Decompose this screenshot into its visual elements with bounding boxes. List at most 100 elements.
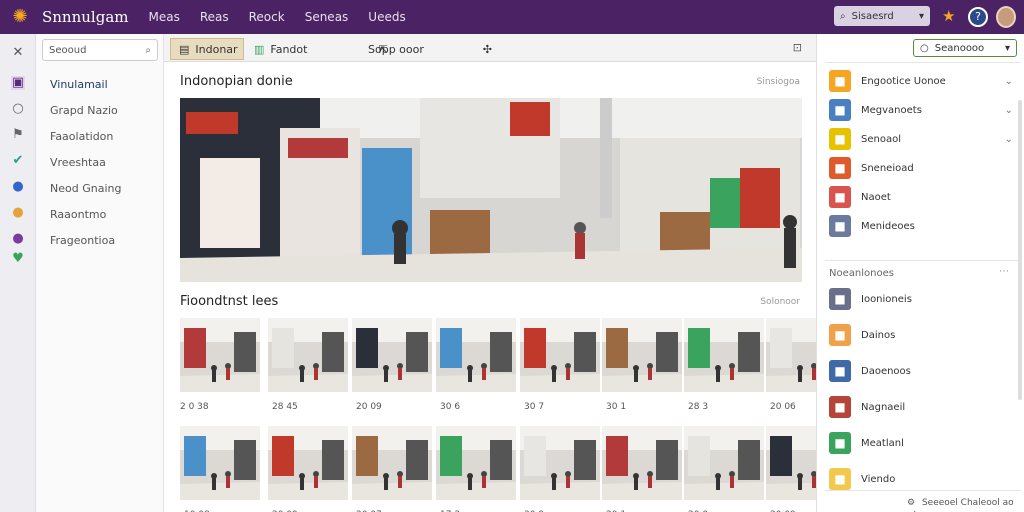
thumbnail-caption: 28 45 [272,402,298,412]
nav-item-1[interactable]: Meas [148,10,179,24]
avatar[interactable] [996,6,1016,28]
window-icon[interactable]: ⊡ [793,41,802,54]
item-icon: ■ [829,432,851,454]
sidebar-search-input[interactable]: Seooud ⌕ [42,39,158,61]
tab-1-label: Indonar [195,42,238,56]
tab-3[interactable]: Sopp ooor ✣ [360,38,500,60]
footer-link[interactable]: ⚙ Seeeoel Chaleool ao › [907,498,1024,512]
right-item-label: Viendo [861,473,896,485]
gallery-thumbnail[interactable] [602,318,682,392]
leaf-icon[interactable]: ♥ [11,252,25,266]
gallery-thumbnail[interactable] [684,426,764,500]
arrow-icon: › [913,508,917,512]
help-icon[interactable]: ? [968,7,988,27]
flag-icon[interactable]: ⚑ [11,128,25,142]
tab-bar: ▤ Indonar ▥ Fandot ⇱ Sopp ooor ✣ ⊡ [164,34,816,62]
sidebar-item-4[interactable]: Vreeshtaa [50,156,106,169]
right-item-label: Nagnaeil [861,401,906,413]
circle-icon[interactable]: ○ [11,102,25,116]
more-icon[interactable]: ⋯ [999,266,1009,277]
sun-icon[interactable]: ● [11,206,25,220]
gallery-thumbnail[interactable] [520,318,600,392]
right-item-label: Sneneioad [861,162,914,174]
right-item-label: Ioonioneis [861,293,912,305]
item-icon: ■ [829,186,851,208]
item-icon: ■ [829,288,851,310]
chevron-down-icon: ▾ [918,10,924,22]
gallery-thumbnail[interactable] [684,318,764,392]
top-search-label: Sisaesrd [851,10,894,22]
gallery-thumbnail[interactable] [180,318,260,392]
item-icon: ■ [829,468,851,490]
sidebar-item-2[interactable]: Grapd Nazio [50,104,118,117]
gallery-thumbnail[interactable] [180,426,260,500]
right-item[interactable]: ■ Daoenoos [829,358,1019,384]
star-icon[interactable]: ★ [942,7,955,25]
thumbnail-caption: 30 6 [440,402,461,412]
right-item[interactable]: ■ Ioonioneis [829,286,1019,312]
filter-button[interactable]: ○ Seanoooo ▾ [913,39,1017,57]
thumbnail-caption: 28 3 [688,402,709,412]
info-icon[interactable]: ● [11,180,25,194]
sidebar-search-placeholder: Seooud [49,44,87,56]
nav-item-4[interactable]: Seneas [305,10,349,24]
sidebar-item-7[interactable]: Frageontioa [50,234,115,247]
nav-item-5[interactable]: Ueeds [368,10,405,24]
gallery-thumbnail[interactable] [520,426,600,500]
right-item[interactable]: ■ Dainos [829,322,1019,348]
search-icon: ⌕ [145,44,151,56]
top-search[interactable]: ⌕ Sisaesrd ▾ [834,6,930,26]
tab-1[interactable]: ▤ Indonar [170,38,244,60]
divider [825,62,1021,63]
item-icon: ■ [829,157,851,179]
right-item-label: Dainos [861,329,896,341]
gallery-thumbnail[interactable] [436,426,516,500]
right-item-label: Meatlanl [861,437,904,449]
scrollbar[interactable] [1018,100,1022,400]
right-item[interactable]: ■ Senoaol ⌄ [829,126,1019,152]
right-item[interactable]: ■ Megvanoets ⌄ [829,97,1019,123]
gallery-thumbnail[interactable] [352,426,432,500]
right-item[interactable]: ■ Naoet [829,184,1019,210]
chevron-down-icon[interactable]: ⌄ [1005,105,1013,116]
right-panel: ○ Seanoooo ▾ ■ Engootice Uonoe ⌄ ■ Megvanoet… [816,34,1024,512]
chevron-down-icon[interactable]: ⌄ [1005,76,1013,87]
inbox-icon[interactable]: ▣ [11,76,25,90]
section2-link[interactable]: Solonoor [760,297,800,307]
sidebar-item-5[interactable]: Neod Gnaing [50,182,121,195]
chevron-down-icon[interactable]: ⌄ [1005,134,1013,145]
chevron-down-icon: ▾ [1004,42,1010,54]
gallery-thumbnail[interactable] [268,318,348,392]
hero-image[interactable] [180,98,802,282]
right-item-label: Menideoes [861,220,915,232]
chart-icon: ▥ [254,42,265,56]
gallery-thumbnail[interactable] [436,318,516,392]
logo-icon[interactable]: ✺ [10,7,30,27]
sidebar-item-3[interactable]: Faaolatidon [50,130,113,143]
sidebar-item-1[interactable]: Vinulamail [50,78,108,91]
close-panel-icon[interactable]: ✕ [11,46,25,60]
nav-item-3[interactable]: Reock [249,10,285,24]
check-icon[interactable]: ✔ [11,154,25,168]
item-icon: ■ [829,324,851,346]
divider [825,490,1021,491]
right-item[interactable]: ■ Viendo [829,466,1019,492]
folder-icon: ▤ [179,42,190,56]
right-item[interactable]: ■ Meatlanl [829,430,1019,456]
right-item[interactable]: ■ Menideoes [829,213,1019,239]
right-item-label: Daoenoos [861,365,911,377]
gallery-thumbnail[interactable] [268,426,348,500]
gear-icon: ⚙ [907,498,916,508]
main-content: ▤ Indonar ▥ Fandot ⇱ Sopp ooor ✣ ⊡ Indonopia… [164,34,846,512]
group-icon[interactable]: ● [11,232,25,246]
section2-title: Fioondtnst lees [180,294,279,309]
thumbnail-caption: 20 06 [770,402,796,412]
right-item[interactable]: ■ Nagnaeil [829,394,1019,420]
right-item[interactable]: ■ Engootice Uonoe ⌄ [829,68,1019,94]
section1-link[interactable]: Sinsiogoa [757,77,800,87]
nav-item-2[interactable]: Reas [200,10,229,24]
gallery-thumbnail[interactable] [352,318,432,392]
gallery-thumbnail[interactable] [602,426,682,500]
sidebar-item-6[interactable]: Raaontmo [50,208,106,221]
right-item[interactable]: ■ Sneneioad [829,155,1019,181]
